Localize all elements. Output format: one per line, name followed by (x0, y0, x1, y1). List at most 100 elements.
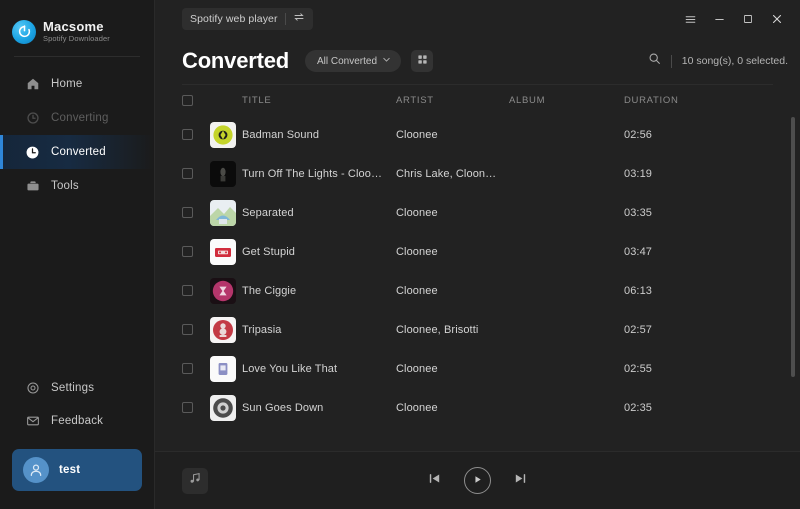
sidebar-item-converting[interactable]: Converting (0, 101, 154, 135)
row-checkbox[interactable] (182, 363, 193, 374)
macsome-logo-icon (12, 19, 36, 44)
row-select-cell (182, 199, 242, 226)
album-art-3 (210, 238, 236, 265)
table-body: Badman Sound Cloonee 02:56 Turn Off The Lig… (182, 115, 784, 427)
song-count-status: 10 song(s), 0 selected. (681, 55, 788, 67)
brand-name: Macsome (43, 18, 104, 34)
brand-subtitle: Spotify Downloader (43, 34, 110, 44)
row-title: Get Stupid (242, 245, 295, 258)
table-row[interactable]: Turn Off The Lights - Cloone... Chris Lak… (182, 154, 784, 193)
sidebar-item-feedback[interactable]: Feedback (0, 404, 154, 437)
row-duration: 02:35 (624, 401, 653, 414)
album-art-4 (210, 277, 236, 304)
sidebar-item-converted[interactable]: Converted (0, 135, 154, 169)
row-select-cell (182, 160, 242, 187)
filter-dropdown[interactable]: All Converted (305, 50, 401, 72)
song-table: TITLE ARTIST ALBUM DURATION Badman Sound… (155, 85, 800, 451)
page-header: Converted All Converted 10 song(s), 0 se… (155, 38, 800, 84)
column-header-artist[interactable]: ARTIST (396, 95, 509, 106)
table-row[interactable]: Tripasia Cloonee, Brisotti 02:57 (182, 310, 784, 349)
user-account-card[interactable]: test (12, 449, 142, 491)
library-button[interactable] (182, 467, 208, 494)
previous-track-icon[interactable] (427, 471, 442, 491)
row-select-cell (182, 316, 242, 343)
row-title: Badman Sound (242, 128, 320, 141)
row-duration: 06:13 (624, 284, 653, 297)
maximize-icon[interactable] (735, 6, 761, 32)
sidebar-item-home[interactable]: Home (0, 67, 154, 101)
play-button[interactable] (464, 467, 491, 494)
row-select-cell (182, 238, 242, 265)
select-all-cell (182, 94, 242, 106)
row-artist: Cloonee (396, 401, 438, 414)
table-row[interactable]: Sun Goes Down Cloonee 02:35 (182, 388, 784, 427)
search-icon[interactable] (648, 52, 661, 70)
row-duration: 03:35 (624, 206, 653, 219)
row-checkbox[interactable] (182, 285, 193, 296)
toolbox-icon (25, 179, 40, 194)
main-panel: Spotify web player Converted All Convert… (155, 0, 800, 509)
minimize-icon[interactable] (706, 6, 732, 32)
row-checkbox[interactable] (182, 246, 193, 257)
next-track-icon[interactable] (513, 471, 528, 491)
sidebar-item-tools-label: Tools (51, 180, 79, 192)
row-checkbox[interactable] (182, 129, 193, 140)
row-title: Love You Like That (242, 362, 338, 375)
table-scrollbar[interactable] (791, 117, 795, 413)
row-duration: 02:55 (624, 362, 653, 375)
filter-dropdown-value: All Converted (317, 55, 378, 67)
sidebar-item-settings[interactable]: Settings (0, 371, 154, 404)
row-checkbox[interactable] (182, 324, 193, 335)
table-row[interactable]: Separated Cloonee 03:35 (182, 193, 784, 232)
grid-view-icon (417, 52, 428, 70)
user-name: test (59, 464, 81, 476)
select-all-checkbox[interactable] (182, 94, 193, 106)
sidebar: Macsome Spotify Downloader Home Converti… (0, 0, 155, 509)
row-duration: 02:56 (624, 128, 653, 141)
source-selector-button[interactable]: Spotify web player (182, 8, 313, 30)
column-header-duration[interactable]: DURATION (624, 95, 784, 106)
sidebar-item-settings-label: Settings (51, 381, 95, 394)
sidebar-item-tools[interactable]: Tools (0, 169, 154, 203)
row-select-cell (182, 394, 242, 421)
row-duration: 03:19 (624, 167, 653, 180)
hamburger-menu-icon[interactable] (677, 6, 703, 32)
row-checkbox[interactable] (182, 168, 193, 179)
sidebar-item-home-label: Home (51, 78, 83, 90)
table-scrollbar-thumb[interactable] (791, 117, 795, 377)
row-artist: Chris Lake, Cloonee,... (396, 167, 509, 180)
album-art-6 (210, 355, 236, 382)
table-row[interactable]: Badman Sound Cloonee 02:56 (182, 115, 784, 154)
row-artist: Cloonee (396, 206, 438, 219)
row-artist: Cloonee (396, 128, 438, 141)
chevron-down-icon (381, 52, 392, 70)
album-art-1 (210, 160, 236, 187)
grid-view-button[interactable] (411, 50, 433, 72)
mail-icon (25, 413, 40, 428)
table-row[interactable]: Love You Like That Cloonee 02:55 (182, 349, 784, 388)
row-select-cell (182, 121, 242, 148)
brand-divider (14, 56, 140, 57)
row-select-cell (182, 277, 242, 304)
title-bar: Spotify web player (155, 0, 800, 38)
table-row[interactable]: Get Stupid Cloonee 03:47 (182, 232, 784, 271)
user-avatar-icon (23, 457, 49, 483)
sidebar-item-converting-label: Converting (51, 112, 109, 124)
row-title: The Ciggie (242, 284, 297, 297)
primary-nav: Home Converting Converted Tools (0, 67, 154, 203)
page-title: Converted (182, 48, 289, 73)
row-title: Sun Goes Down (242, 401, 324, 414)
row-checkbox[interactable] (182, 207, 193, 218)
play-icon (472, 472, 483, 490)
row-title: Tripasia (242, 323, 282, 336)
header-divider (670, 54, 672, 68)
close-icon[interactable] (764, 6, 790, 32)
swap-arrows-icon[interactable] (293, 10, 305, 28)
column-header-title[interactable]: TITLE (242, 95, 396, 106)
row-select-cell (182, 355, 242, 382)
column-header-album[interactable]: ALBUM (509, 95, 624, 106)
row-artist: Cloonee, Brisotti (396, 323, 479, 336)
table-row[interactable]: The Ciggie Cloonee 06:13 (182, 271, 784, 310)
row-checkbox[interactable] (182, 402, 193, 413)
